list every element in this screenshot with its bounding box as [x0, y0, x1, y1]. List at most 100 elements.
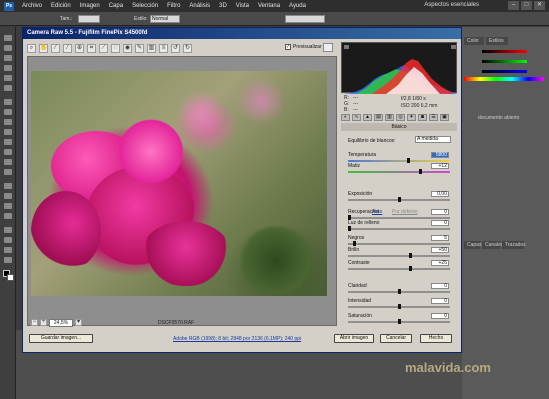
slider-value-field[interactable]: 0 [431, 209, 449, 215]
maximize-button[interactable]: □ [521, 1, 532, 10]
pink-rose-photo[interactable] [31, 71, 327, 296]
color-sampler-tool-icon[interactable]: ⁄ [63, 43, 72, 53]
pen-tool-icon[interactable] [4, 183, 12, 189]
menu-archivo[interactable]: Archivo [22, 3, 42, 9]
close-button[interactable]: ✕ [534, 1, 545, 10]
slider-thumb[interactable] [409, 253, 412, 258]
cancel-button[interactable]: Cancelar [380, 334, 412, 343]
split-toning-icon[interactable]: ▥ [385, 114, 394, 121]
quick-select-tool-icon[interactable] [4, 65, 12, 71]
targeted-adjustment-icon[interactable]: ⊕ [75, 43, 84, 53]
slider-track[interactable] [348, 253, 450, 258]
red-slider[interactable] [482, 50, 527, 53]
hand-tool-icon[interactable] [4, 247, 12, 253]
preferences-icon[interactable]: ≡ [159, 43, 168, 53]
green-slider[interactable] [482, 60, 527, 63]
fullscreen-button[interactable] [323, 43, 333, 52]
menu-seleccion[interactable]: Selección [132, 3, 158, 9]
zoom-level-field[interactable]: 24,5% [49, 318, 73, 327]
menu-filtro[interactable]: Filtro [167, 3, 180, 9]
lens-corrections-icon[interactable]: ◎ [396, 114, 405, 121]
slider-thumb[interactable] [348, 226, 351, 231]
blur-tool-icon[interactable] [4, 159, 12, 165]
refine-edge-button[interactable] [285, 15, 325, 23]
zoom-tool-icon[interactable] [4, 257, 12, 263]
basic-panel-icon[interactable]: ◐ [341, 114, 350, 121]
slider-value-field[interactable]: 0 [431, 313, 449, 319]
dodge-tool-icon[interactable] [4, 169, 12, 175]
preview-checkbox[interactable]: ✓ [285, 44, 291, 50]
slider-value-field[interactable]: +25 [431, 260, 449, 266]
default-link[interactable]: Por defecto [392, 209, 418, 215]
tab-channels[interactable]: Canales [482, 241, 503, 249]
effects-icon[interactable]: ✦ [407, 114, 416, 121]
menu-imagen[interactable]: Imagen [80, 3, 100, 9]
slider-track[interactable] [348, 197, 450, 202]
hand-tool-icon[interactable]: ✋ [39, 43, 48, 53]
save-image-button[interactable]: Guardar imagen... [29, 334, 93, 343]
type-tool-icon[interactable] [4, 193, 12, 199]
slider-track[interactable] [348, 158, 450, 163]
crop-tool-icon[interactable] [4, 75, 12, 81]
menu-edicion[interactable]: Edición [51, 3, 71, 9]
history-brush-tool-icon[interactable] [4, 129, 12, 135]
menu-vista[interactable]: Vista [236, 3, 249, 9]
slider-track[interactable] [348, 304, 450, 309]
blue-slider[interactable] [482, 70, 527, 73]
eyedropper-tool-icon[interactable] [4, 85, 12, 91]
slider-value-field[interactable]: 0,00 [431, 191, 449, 197]
hsl-icon[interactable]: ▤ [374, 114, 383, 121]
crop-tool-icon[interactable]: ⌗ [87, 43, 96, 53]
background-color-swatch[interactable] [7, 274, 14, 281]
detail-icon[interactable]: ▲ [363, 114, 372, 121]
open-image-button[interactable]: Abrir imagen [334, 334, 374, 343]
move-tool-icon[interactable] [4, 35, 12, 41]
menu-ventana[interactable]: Ventana [258, 3, 280, 9]
slider-track[interactable] [348, 266, 450, 271]
brush-tool-icon[interactable] [4, 109, 12, 115]
color-ramp[interactable] [464, 77, 544, 81]
path-select-tool-icon[interactable] [4, 203, 12, 209]
spot-removal-icon[interactable]: ◌ [111, 43, 120, 53]
size-field[interactable] [78, 15, 100, 23]
menu-ayuda[interactable]: Ayuda [289, 3, 306, 9]
graduated-filter-icon[interactable]: ▥ [147, 43, 156, 53]
gradient-tool-icon[interactable] [4, 149, 12, 155]
slider-thumb[interactable] [409, 266, 412, 271]
menu-capa[interactable]: Capa [109, 3, 123, 9]
white-balance-tool-icon[interactable]: ⁄ [51, 43, 60, 53]
slider-thumb[interactable] [398, 197, 401, 202]
slider-thumb[interactable] [398, 319, 401, 324]
3d-rotate-tool-icon[interactable] [4, 227, 12, 233]
3d-orbit-tool-icon[interactable] [4, 237, 12, 243]
slider-track[interactable] [348, 241, 450, 246]
slider-track[interactable] [348, 289, 450, 294]
presets-icon[interactable]: ☰ [429, 114, 438, 121]
tab-paths[interactable]: Trazados [502, 241, 526, 249]
white-balance-select[interactable]: A medida [415, 136, 451, 143]
zoom-dropdown-button[interactable]: ▾ [75, 319, 82, 326]
marquee-tool-icon[interactable] [4, 45, 12, 51]
menu-analisis[interactable]: Análisis [189, 3, 210, 9]
red-eye-icon[interactable]: ◉ [123, 43, 132, 53]
slider-value-field[interactable]: 5800 [431, 152, 449, 158]
slider-track[interactable] [348, 319, 450, 324]
slider-track[interactable] [348, 226, 450, 231]
slider-value-field[interactable]: 0 [431, 298, 449, 304]
lasso-tool-icon[interactable] [4, 55, 12, 61]
slider-thumb[interactable] [419, 169, 422, 174]
minimize-button[interactable]: – [508, 1, 519, 10]
slider-value-field[interactable]: 0 [431, 220, 449, 226]
slider-value-field[interactable]: +12 [431, 163, 449, 169]
tab-styles[interactable]: Estilos [486, 37, 508, 45]
done-button[interactable]: Hecho [420, 334, 452, 343]
healing-tool-icon[interactable] [4, 99, 12, 105]
workspace-selector[interactable]: Aspectos esenciales [424, 2, 479, 8]
menu-3d[interactable]: 3D [219, 3, 227, 9]
preview-toggle[interactable]: ✓ Previsualizar [285, 44, 322, 50]
zoom-tool-icon[interactable]: ⌕ [27, 43, 36, 53]
zoom-out-button[interactable]: − [31, 319, 38, 326]
slider-value-field[interactable]: 5 [431, 235, 449, 241]
eraser-tool-icon[interactable] [4, 139, 12, 145]
style-select[interactable]: Normal [150, 15, 180, 23]
